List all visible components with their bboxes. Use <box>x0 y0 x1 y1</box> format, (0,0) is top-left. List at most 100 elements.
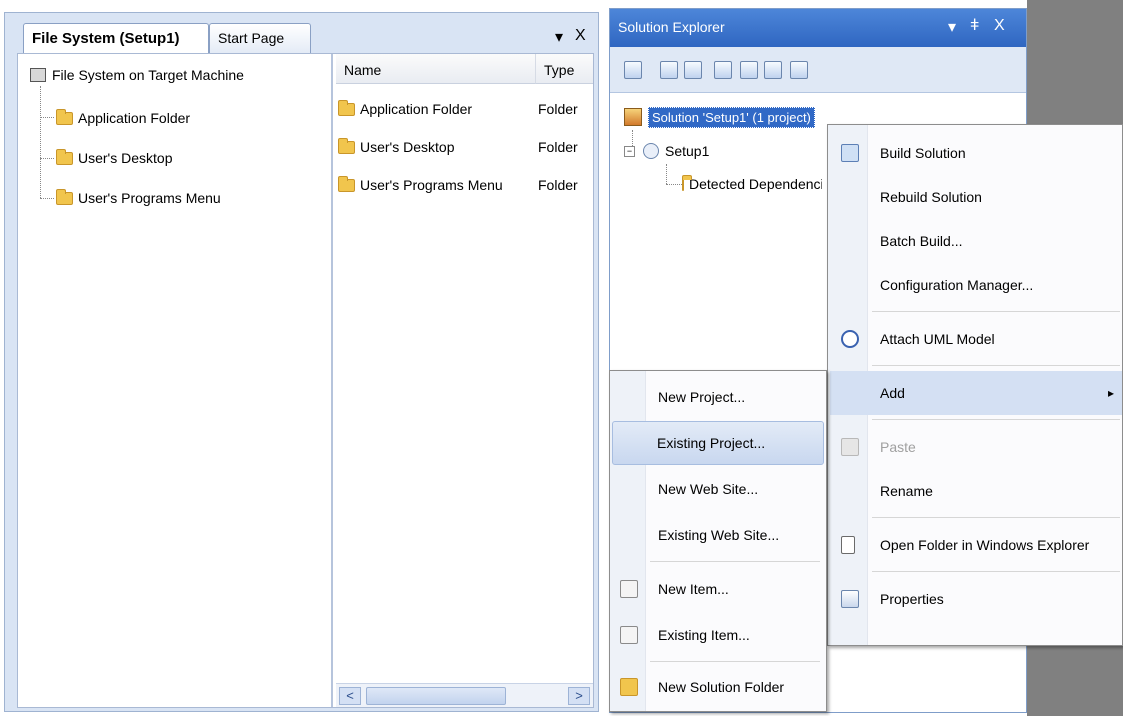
menu-separator <box>872 365 1120 366</box>
window-list-dropdown-icon[interactable]: ▾ <box>555 27 563 47</box>
tree-connector <box>40 198 54 199</box>
menu-item-configuration-manager[interactable]: Configuration Manager... <box>830 263 1122 307</box>
tree-node-target-machine[interactable]: File System on Target Machine <box>30 64 244 86</box>
solution-icon <box>624 108 642 126</box>
menu-item-existing-item[interactable]: Existing Item... <box>612 613 824 657</box>
new-solution-folder-icon <box>620 678 638 696</box>
tab-file-system-setup1[interactable]: File System (Setup1) <box>23 23 209 53</box>
list-row-users-programs-menu[interactable]: User's Programs Menu <box>338 174 503 196</box>
registry-editor-icon[interactable] <box>684 61 702 79</box>
column-header-type[interactable]: Type <box>536 54 593 84</box>
tree-node-setup1[interactable]: − Setup1 <box>624 140 709 162</box>
custom-actions-editor-icon[interactable] <box>764 61 782 79</box>
menu-item-existing-web-site[interactable]: Existing Web Site... <box>612 513 824 557</box>
tree-connector <box>40 158 54 159</box>
tree-node-users-desktop[interactable]: User's Desktop <box>56 147 172 169</box>
menu-item-attach-uml-model[interactable]: Attach UML Model <box>830 317 1122 361</box>
tree-node-detected-dependencies[interactable]: Detected Dependencies <box>682 173 822 195</box>
menu-item-label: Paste <box>880 439 916 455</box>
solution-context-menu: Build Solution Rebuild Solution Batch Bu… <box>827 124 1123 646</box>
close-document-icon[interactable]: X <box>575 27 586 45</box>
build-solution-icon <box>841 144 859 162</box>
tree-connector <box>40 86 41 198</box>
menu-item-existing-project[interactable]: Existing Project... <box>612 421 824 465</box>
tree-node-label: File System on Target Machine <box>52 67 244 83</box>
menu-item-properties[interactable]: Properties <box>830 577 1122 621</box>
menu-item-label: Existing Item... <box>658 627 750 643</box>
open-folder-icon <box>841 536 855 554</box>
menu-separator <box>872 311 1120 312</box>
menu-item-rename[interactable]: Rename <box>830 469 1122 513</box>
menu-item-new-project[interactable]: New Project... <box>612 375 824 419</box>
menu-separator <box>650 561 820 562</box>
menu-item-new-item[interactable]: New Item... <box>612 567 824 611</box>
menu-item-new-solution-folder[interactable]: New Solution Folder <box>612 665 824 709</box>
list-cell-name: User's Desktop <box>360 139 455 155</box>
menu-item-rebuild-solution[interactable]: Rebuild Solution <box>830 175 1122 219</box>
menu-item-label: Rename <box>880 483 933 499</box>
tree-node-label: User's Desktop <box>78 150 173 166</box>
menu-item-label: Rebuild Solution <box>880 189 982 205</box>
list-row-application-folder[interactable]: Application Folder <box>338 98 472 120</box>
properties-toolbar-icon[interactable] <box>624 61 642 79</box>
collapse-icon[interactable]: − <box>624 145 635 157</box>
menu-item-label: New Project... <box>658 389 746 405</box>
tree-node-users-programs-menu[interactable]: User's Programs Menu <box>56 187 221 209</box>
submenu-arrow-icon: ▸ <box>1108 386 1115 400</box>
file-system-tree[interactable]: File System on Target Machine Applicatio… <box>18 54 333 707</box>
menu-item-open-folder-in-windows-explorer[interactable]: Open Folder in Windows Explorer <box>830 523 1122 567</box>
file-system-editor-icon[interactable] <box>660 61 678 79</box>
horizontal-scrollbar[interactable]: < > <box>336 683 593 707</box>
menu-item-label: Build Solution <box>880 145 966 161</box>
setup-project-icon <box>643 143 659 159</box>
scroll-right-button[interactable]: > <box>568 687 590 705</box>
scrollbar-thumb[interactable] <box>366 687 506 705</box>
uml-model-icon <box>841 330 859 348</box>
menu-separator <box>872 517 1120 518</box>
folder-icon <box>338 175 355 192</box>
file-system-content: File System on Target Machine Applicatio… <box>17 53 594 708</box>
window-position-dropdown-icon[interactable]: ▾ <box>948 17 956 37</box>
list-cell-type: Folder <box>538 139 578 155</box>
list-cell-name: Application Folder <box>360 101 473 117</box>
column-header-name[interactable]: Name <box>336 54 536 84</box>
tree-node-application-folder[interactable]: Application Folder <box>56 107 190 129</box>
auto-hide-pin-icon[interactable]: ǂ <box>970 17 979 35</box>
menu-separator <box>872 419 1120 420</box>
computer-icon <box>30 68 46 82</box>
list-cell-type: Folder <box>538 101 578 117</box>
menu-item-label: Batch Build... <box>880 233 963 249</box>
tree-node-solution[interactable]: Solution 'Setup1' (1 project) <box>624 106 815 128</box>
tree-node-label: Setup1 <box>665 143 710 159</box>
folder-icon <box>56 108 73 125</box>
tree-node-label: Application Folder <box>78 110 191 126</box>
folder-icon <box>56 188 73 205</box>
properties-icon <box>841 590 859 608</box>
menu-item-label: Attach UML Model <box>880 331 995 347</box>
file-system-list[interactable]: Name Type Application Folder Folder User… <box>336 54 593 707</box>
menu-item-new-web-site[interactable]: New Web Site... <box>612 467 824 511</box>
tree-connector <box>40 117 54 118</box>
solution-explorer-toolbar <box>610 47 1026 93</box>
list-row-users-desktop[interactable]: User's Desktop <box>338 136 454 158</box>
menu-item-label: New Web Site... <box>658 481 759 497</box>
menu-item-add[interactable]: Add ▸ <box>830 371 1122 415</box>
close-pane-icon[interactable]: X <box>994 17 1005 35</box>
file-types-editor-icon[interactable] <box>714 61 732 79</box>
scroll-left-button[interactable]: < <box>339 687 361 705</box>
launch-conditions-editor-icon[interactable] <box>790 61 808 79</box>
folder-icon <box>338 99 355 116</box>
solution-explorer-titlebar[interactable]: Solution Explorer ▾ ǂ X <box>610 9 1026 47</box>
menu-item-batch-build[interactable]: Batch Build... <box>830 219 1122 263</box>
existing-item-icon <box>620 626 638 644</box>
user-interface-editor-icon[interactable] <box>740 61 758 79</box>
tab-start-page[interactable]: Start Page <box>209 23 311 53</box>
menu-separator <box>872 571 1120 572</box>
file-system-editor-window: File System (Setup1) Start Page ▾ X File… <box>4 12 599 712</box>
tree-connector <box>666 184 682 185</box>
tree-node-label: User's Programs Menu <box>78 190 221 206</box>
menu-item-build-solution[interactable]: Build Solution <box>830 131 1122 175</box>
add-submenu: New Project... Existing Project... New W… <box>609 370 827 712</box>
menu-item-paste[interactable]: Paste <box>830 425 1122 469</box>
list-cell-name: User's Programs Menu <box>360 177 503 193</box>
